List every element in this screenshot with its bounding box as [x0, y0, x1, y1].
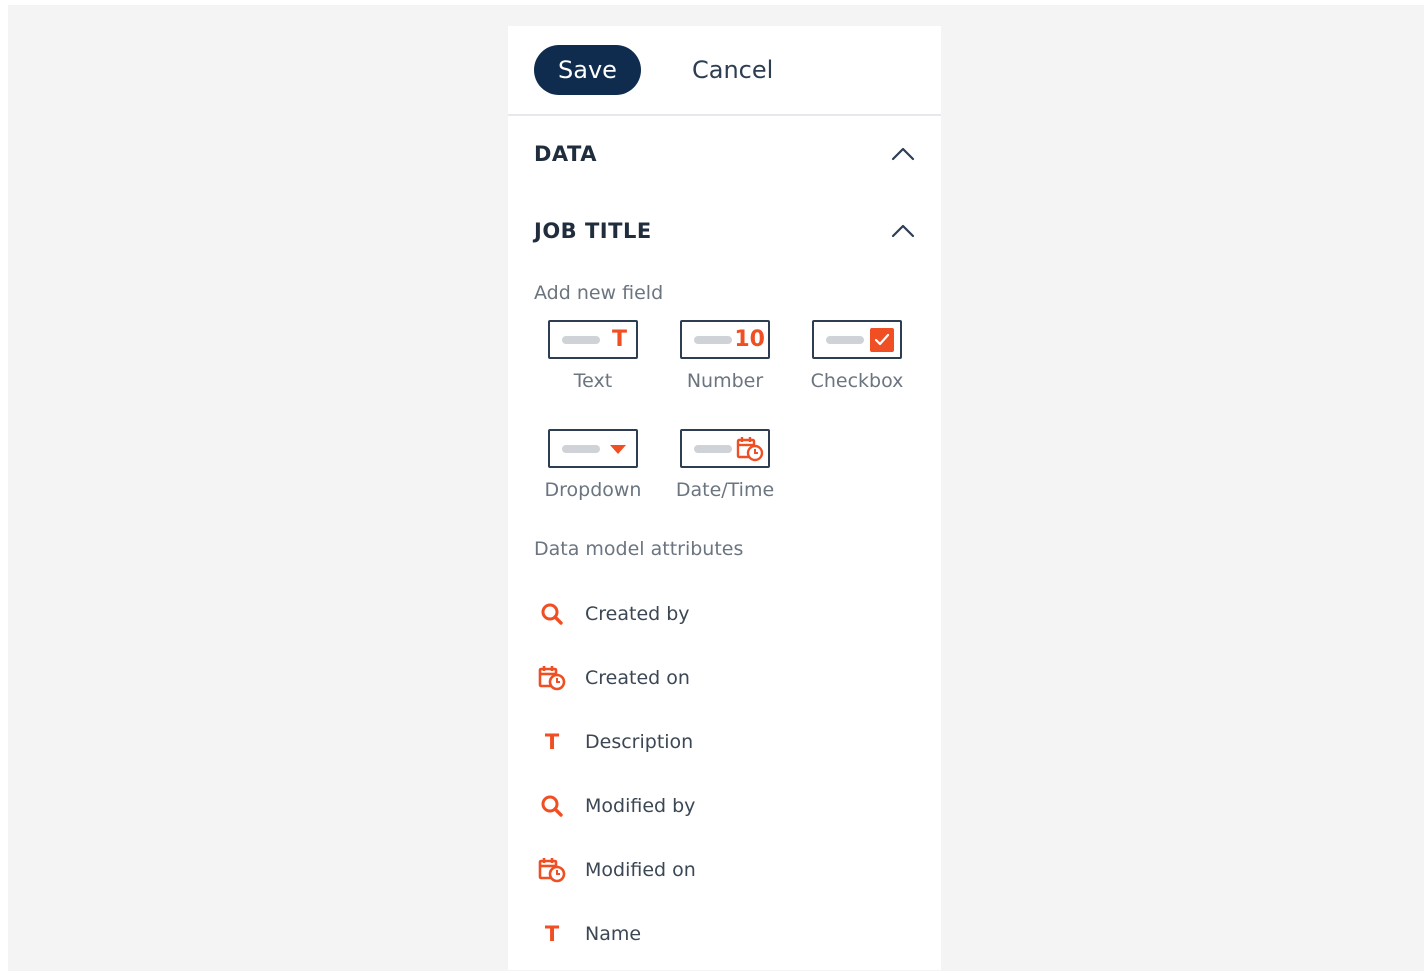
app-background: Save Cancel DATA JOB TITLE Add new field…	[8, 5, 1424, 971]
attribute-label: Name	[585, 923, 642, 945]
attribute-label: Created on	[585, 667, 690, 689]
chevron-up-icon	[891, 147, 915, 161]
attribute-modified-on[interactable]: Modified on	[534, 848, 916, 892]
dropdown-caret-icon	[609, 433, 627, 464]
field-type-datetime[interactable]: Date/Time	[640, 429, 774, 519]
calendar-clock-icon	[736, 433, 764, 464]
field-type-dropdown[interactable]: Dropdown	[508, 429, 641, 519]
attribute-label: Created by	[585, 603, 690, 625]
attribute-description[interactable]: T Description	[534, 720, 916, 764]
add-new-field-heading: Add new field	[534, 282, 664, 304]
field-type-checkbox-preview	[812, 320, 902, 359]
cancel-button[interactable]: Cancel	[678, 45, 787, 95]
properties-panel: Save Cancel DATA JOB TITLE Add new field…	[508, 26, 941, 970]
section-header-data[interactable]: DATA	[534, 134, 916, 174]
section-header-job-title[interactable]: JOB TITLE	[534, 211, 916, 251]
checkbox-checked-icon	[869, 324, 895, 355]
search-icon	[534, 602, 570, 626]
field-type-label: Checkbox	[810, 370, 904, 392]
calendar-clock-icon	[534, 665, 570, 691]
attribute-label: Modified on	[585, 859, 696, 881]
attribute-created-by[interactable]: Created by	[534, 592, 916, 636]
field-type-checkbox[interactable]: Checkbox	[772, 320, 904, 410]
text-t-icon: T	[544, 922, 560, 946]
field-type-number-preview: 10	[680, 320, 770, 359]
section-title-job-title: JOB TITLE	[534, 219, 652, 243]
panel-toolbar: Save Cancel	[508, 26, 941, 116]
data-model-attributes-heading: Data model attributes	[534, 538, 744, 560]
number-10-icon: 10	[734, 327, 765, 352]
calendar-clock-icon	[534, 857, 570, 883]
chevron-up-icon	[891, 224, 915, 238]
placeholder-bar	[562, 336, 600, 344]
placeholder-bar	[694, 445, 732, 453]
section-title-data: DATA	[534, 142, 598, 166]
placeholder-bar	[826, 336, 864, 344]
search-icon	[534, 794, 570, 818]
field-type-dropdown-preview	[548, 429, 638, 468]
placeholder-bar	[562, 445, 600, 453]
attribute-modified-by[interactable]: Modified by	[534, 784, 916, 828]
save-button[interactable]: Save	[534, 45, 641, 95]
text-t-icon: T	[611, 327, 627, 352]
attribute-created-on[interactable]: Created on	[534, 656, 916, 700]
field-type-datetime-preview	[680, 429, 770, 468]
field-type-text-preview: T	[548, 320, 638, 359]
field-type-number[interactable]: 10 Number	[640, 320, 772, 410]
attribute-label: Description	[585, 731, 694, 753]
field-type-text[interactable]: T Text	[508, 320, 640, 410]
attribute-name[interactable]: T Name	[534, 912, 916, 956]
attribute-label: Modified by	[585, 795, 696, 817]
placeholder-bar	[694, 336, 732, 344]
field-type-label: Date/Time	[675, 479, 775, 501]
text-t-icon: T	[544, 730, 560, 754]
